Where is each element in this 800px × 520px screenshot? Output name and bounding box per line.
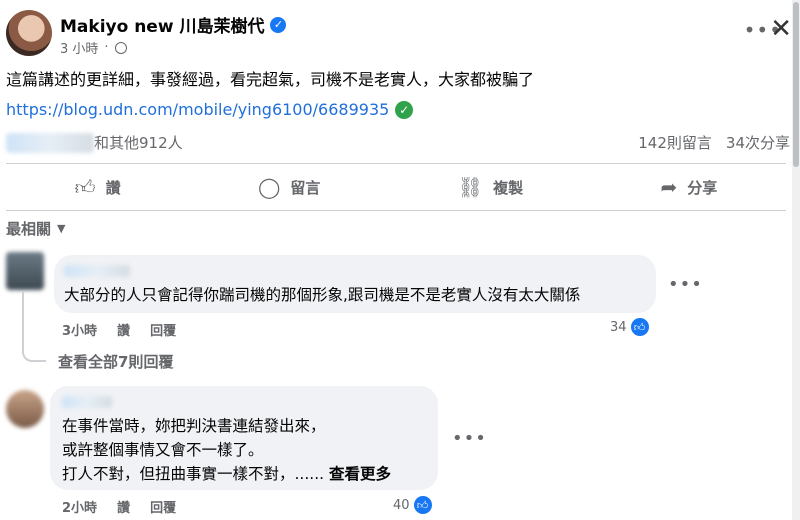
- share-button[interactable]: ➦ 分享: [660, 175, 717, 199]
- like-badge-icon: 👍︎: [413, 496, 432, 514]
- scrollbar-thumb[interactable]: [793, 2, 799, 167]
- divider: [6, 163, 786, 164]
- comment-like-link[interactable]: 讚: [117, 497, 130, 516]
- comment-sort-dropdown[interactable]: 最相關 ▼: [6, 218, 65, 239]
- commenter-name[interactable]: [62, 396, 112, 408]
- comment-text: 大部分的人只會記得你踹司機的那個形象,跟司機是不是老實人沒有太大關係: [64, 286, 581, 304]
- comment-time[interactable]: 2小時: [62, 497, 97, 516]
- commenter-avatar[interactable]: [6, 390, 44, 428]
- like-badge-icon: 👍︎: [630, 318, 649, 336]
- post-author[interactable]: Makiyo new 川島茉樹代 ✓: [60, 12, 287, 37]
- author-name[interactable]: Makiyo new 川島茉樹代: [60, 12, 264, 37]
- comments-count[interactable]: 142則留言: [638, 132, 712, 153]
- comment-reply-link[interactable]: 回覆: [150, 497, 176, 516]
- post-time[interactable]: 3 小時: [60, 38, 98, 57]
- commenter-avatar[interactable]: [6, 252, 44, 290]
- reactions-summary[interactable]: 和其他912人: [6, 132, 183, 153]
- thumbs-up-icon: 👍︎: [74, 174, 96, 199]
- blurred-reactors: [6, 132, 94, 153]
- comment-bubble: 大部分的人只會記得你踹司機的那個形象,跟司機是不是老實人沒有太大關係: [54, 255, 656, 313]
- comment-time[interactable]: 3小時: [62, 320, 97, 339]
- more-options-icon[interactable]: •••: [452, 428, 487, 449]
- comment-text: 在事件當時，妳把判決書連結發出來， 或許整個事情又會不一樣了。 打人不對，但扭曲…: [62, 417, 392, 483]
- comment-likes[interactable]: 40 👍︎: [393, 496, 432, 514]
- comment-meta: 3小時 讚 回覆: [62, 320, 176, 339]
- comment-reply-link[interactable]: 回覆: [150, 320, 176, 339]
- commenter-name[interactable]: [64, 265, 130, 277]
- globe-icon: [114, 41, 127, 54]
- comment-bubble: 在事件當時，妳把判決書連結發出來， 或許整個事情又會不一樣了。 打人不對，但扭曲…: [50, 386, 438, 490]
- shares-count[interactable]: 34次分享: [726, 132, 790, 153]
- like-button[interactable]: 👍︎ 讚: [75, 175, 121, 200]
- view-replies-link[interactable]: 查看全部7則回覆: [58, 351, 173, 372]
- post-text: 這篇講述的更詳細，事發經過，看完超氣，司機不是老實人，大家都被騙了: [6, 70, 535, 89]
- comment-like-link[interactable]: 讚: [117, 320, 130, 339]
- divider: [6, 210, 786, 211]
- reactions-text: 和其他912人: [94, 134, 183, 152]
- share-arrow-icon: ➦: [660, 175, 678, 199]
- see-more-link[interactable]: 查看更多: [329, 465, 391, 483]
- link-url[interactable]: https://blog.udn.com/mobile/ying6100/668…: [6, 100, 389, 119]
- comment-likes[interactable]: 34 👍︎: [610, 318, 649, 336]
- close-icon[interactable]: ✕: [770, 14, 792, 44]
- comment-bubble-icon: ◯: [257, 175, 281, 199]
- author-avatar[interactable]: [6, 10, 52, 56]
- comment-button[interactable]: ◯ 留言: [258, 175, 320, 199]
- more-options-icon[interactable]: •••: [668, 274, 703, 295]
- thread-connector: [22, 292, 46, 362]
- engagement-counts: 142則留言 34次分享: [638, 132, 790, 153]
- check-circle-icon: ✓: [395, 100, 414, 119]
- link-icon: ⛓: [457, 175, 484, 199]
- copy-button[interactable]: ⛓ 複製: [458, 175, 523, 199]
- verified-badge-icon: ✓: [270, 16, 287, 33]
- comment-meta: 2小時 讚 回覆: [62, 497, 176, 516]
- post-meta: 3 小時 ·: [60, 38, 127, 57]
- post-link[interactable]: https://blog.udn.com/mobile/ying6100/668…: [6, 100, 414, 119]
- chevron-down-icon: ▼: [57, 222, 66, 235]
- post-actions: 👍︎ 讚 ◯ 留言 ⛓ 複製 ➦ 分享: [6, 168, 786, 206]
